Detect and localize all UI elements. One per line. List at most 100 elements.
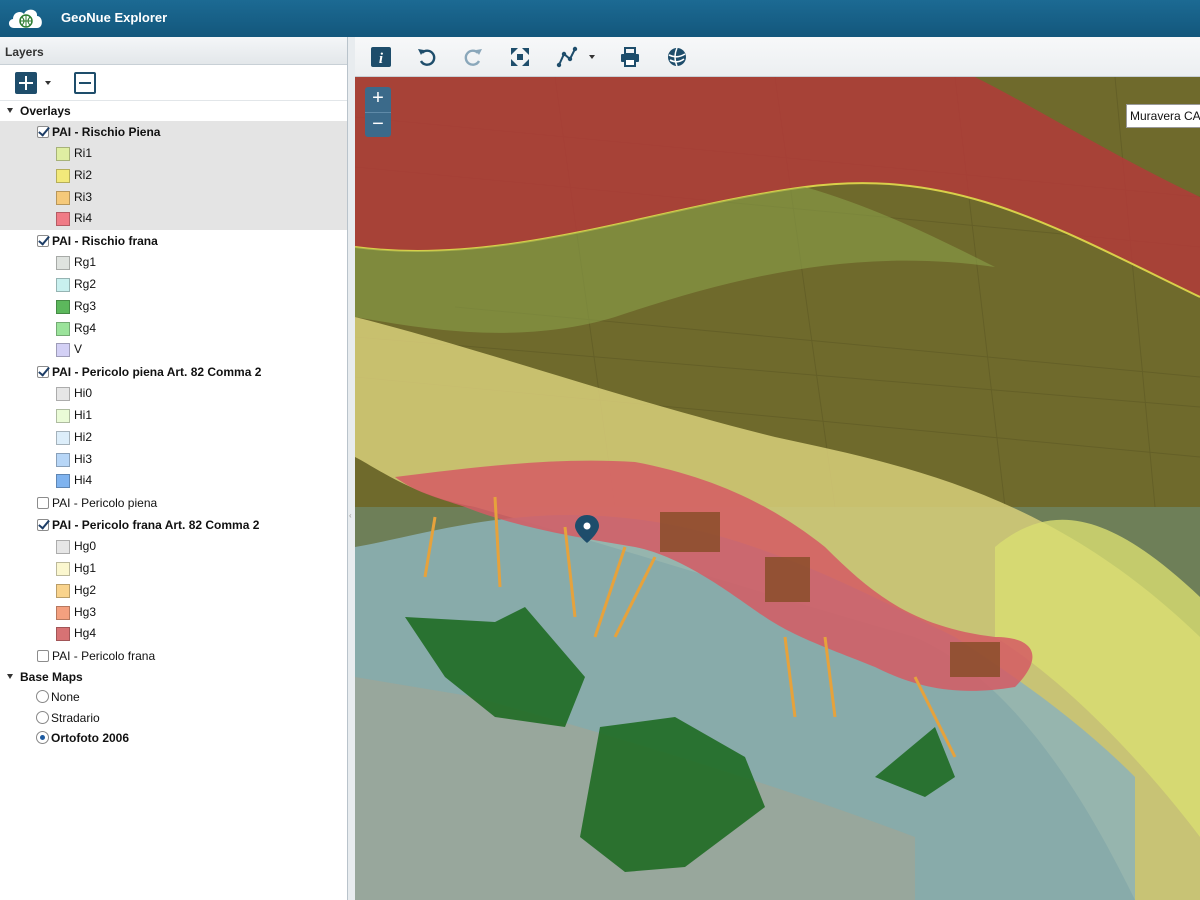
overlay-layer: PAI - Pericolo frana [0,645,347,667]
overlay-layer-row[interactable]: PAI - Pericolo frana [0,645,347,667]
overlay-layer-row[interactable]: PAI - Rischio frana [0,230,347,252]
map-canvas[interactable]: + − Muravera CA [355,77,1200,900]
legend-swatch [56,540,70,555]
legend-item: Hi0 [0,383,347,405]
legend-swatch [56,168,70,183]
legend-swatch [56,277,70,292]
base-map-list: None Stradario Ortofoto 2006 [0,687,347,749]
layer-checkbox[interactable] [37,235,49,248]
legend-item: Hg3 [0,602,347,624]
layer-checkbox[interactable] [37,650,49,663]
legend-label: V [74,342,83,357]
expand-triangle-icon[interactable] [7,108,13,113]
overlays-label: Overlays [20,104,71,118]
layer-checkbox[interactable] [37,519,49,532]
legend-item: Hg2 [0,580,347,602]
zoom-control: + − [365,87,391,137]
legend-swatch [56,147,70,161]
legend-label: Hg3 [74,604,97,619]
place-label: Muravera CA [1126,104,1200,128]
legend-label: Hg1 [74,560,97,575]
layer-label: PAI - Pericolo frana [52,649,156,664]
base-map-radio[interactable] [36,690,49,704]
legend-item: Rg1 [0,252,347,274]
add-layer-button[interactable] [15,72,37,94]
overlay-layer: PAI - Pericolo piena [0,492,347,514]
measure-dropdown-icon[interactable] [587,45,597,69]
measure-icon[interactable] [555,45,579,69]
base-map-label: Ortofoto 2006 [51,731,130,746]
map-image [355,77,1200,900]
overlay-layer-row[interactable]: PAI - Pericolo piena Art. 82 Comma 2 [0,361,347,383]
legend-label: Hi0 [74,386,93,401]
legend-item: Ri1 [0,143,347,165]
legend-label: Ri1 [74,146,93,160]
legend-item: Rg2 [0,274,347,296]
legend-swatch [56,430,70,445]
base-maps-group[interactable]: Base Maps [0,667,347,687]
legend-item: Hi1 [0,405,347,427]
legend-swatch [56,605,70,620]
legend-item: Hg1 [0,558,347,580]
legend-label: Ri4 [74,211,93,226]
redo-icon[interactable] [461,45,485,69]
base-map-label: None [51,690,80,705]
layer-checkbox[interactable] [37,126,49,138]
legend-label: Hi4 [74,473,93,488]
legend-item: Rg3 [0,296,347,318]
legend-swatch [56,212,70,227]
legend-swatch [56,627,70,642]
app-title: GeoNue Explorer [61,10,168,25]
legend-swatch [56,474,70,489]
zoom-out-button[interactable]: − [365,112,391,137]
title-bar: GeoNue Explorer [0,0,1200,37]
overlays-group[interactable]: Overlays [0,101,347,121]
legend-swatch [56,452,70,467]
legend-swatch [56,561,70,576]
legend-item: Hi4 [0,470,347,492]
splitter-grip-icon[interactable]: ‹ [349,511,353,520]
base-map-radio[interactable] [36,731,49,745]
legend-swatch [56,190,70,205]
legend-item: Hi2 [0,427,347,449]
layer-checkbox[interactable] [37,497,49,510]
expand-triangle-icon[interactable] [7,674,13,680]
layers-panel-title: Layers [0,37,347,65]
base-map-option[interactable]: Stradario [0,708,347,729]
zoom-extent-icon[interactable] [508,45,532,69]
legend-item: Hg4 [0,623,347,645]
legend-item: Ri4 [0,208,347,230]
base-map-radio[interactable] [36,710,49,724]
remove-layer-button[interactable] [74,72,96,94]
overlay-layer-row[interactable]: PAI - Pericolo piena [0,492,347,514]
legend-label: Hg0 [74,539,97,554]
globe-icon[interactable] [665,45,689,69]
layer-label: PAI - Pericolo frana Art. 82 Comma 2 [52,518,260,533]
legend-label: Rg3 [74,298,97,313]
legend-swatch [56,256,70,271]
overlay-layer: PAI - Rischio frana Rg1 Rg2 Rg3 Rg4 V [0,230,347,361]
legend-item: Rg4 [0,318,347,340]
legend-label: Hg2 [74,582,97,597]
legend-label: Ri3 [74,189,93,204]
base-map-option[interactable]: Ortofoto 2006 [0,728,347,749]
layer-checkbox[interactable] [37,366,49,379]
legend-swatch [56,408,70,423]
undo-icon[interactable] [415,45,439,69]
overlay-layer-row[interactable]: PAI - Rischio Piena [0,121,347,143]
legend-item: V [0,339,347,361]
zoom-in-button[interactable]: + [365,87,391,112]
layer-label: PAI - Pericolo piena Art. 82 Comma 2 [52,365,262,380]
add-layer-dropdown-icon[interactable] [45,81,51,85]
panel-splitter[interactable]: ‹ [348,37,355,900]
info-icon[interactable]: i [369,45,393,69]
layer-label: PAI - Pericolo piena [52,496,158,511]
legend-label: Rg1 [74,255,97,270]
print-icon[interactable] [618,45,642,69]
base-map-option[interactable]: None [0,687,347,708]
legend-label: Hi1 [74,407,93,422]
overlay-layer-row[interactable]: PAI - Pericolo frana Art. 82 Comma 2 [0,514,347,536]
legend-item: Hg0 [0,536,347,558]
legend-label: Rg2 [74,276,97,291]
legend-swatch [56,321,70,336]
